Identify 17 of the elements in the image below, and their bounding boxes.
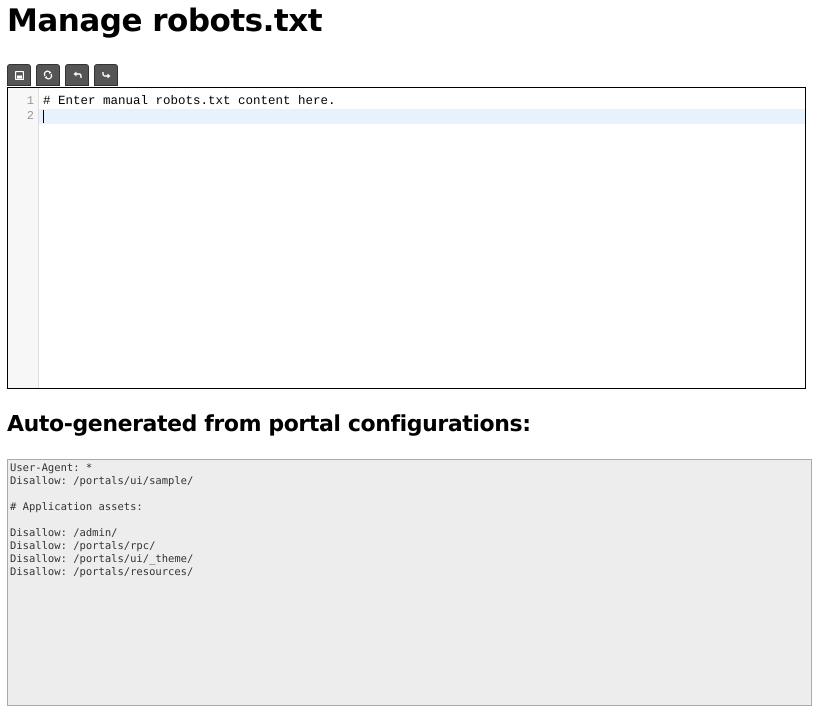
code-editor[interactable]: 1 2 # Enter manual robots.txt content here. [7, 87, 806, 389]
redo-icon [102, 71, 110, 79]
line-number: 1 [26, 94, 34, 108]
text-cursor [43, 110, 44, 123]
code-text: # Enter manual robots.txt content here. [43, 94, 336, 109]
generated-robots-textarea[interactable]: User-Agent: * Disallow: /portals/ui/sample/ # Application assets: Disallow: /admin/ Disallow: /portals/rpc/ Disallow: /portals/ui/_theme/ Disallow: /portals/resources/ [7, 459, 812, 706]
refresh-icon [43, 70, 53, 80]
undo-button[interactable] [65, 64, 89, 86]
redo-button[interactable] [94, 64, 118, 86]
section-heading: Auto-generated from portal configurations: [7, 411, 532, 439]
generated-text: User-Agent: * Disallow: /portals/ui/sample/ # Application assets: Disallow: /admin/ Disallow: /portals/rpc/ Disallow: /portals/ui/_theme/ Disallow: /portals/resources/ [9, 461, 194, 580]
undo-icon [72, 71, 82, 79]
line-number: 2 [26, 109, 34, 123]
save-icon [14, 70, 24, 80]
refresh-button[interactable] [36, 64, 60, 86]
save-button[interactable] [7, 64, 31, 86]
page-title: Manage robots.txt [7, 2, 324, 41]
